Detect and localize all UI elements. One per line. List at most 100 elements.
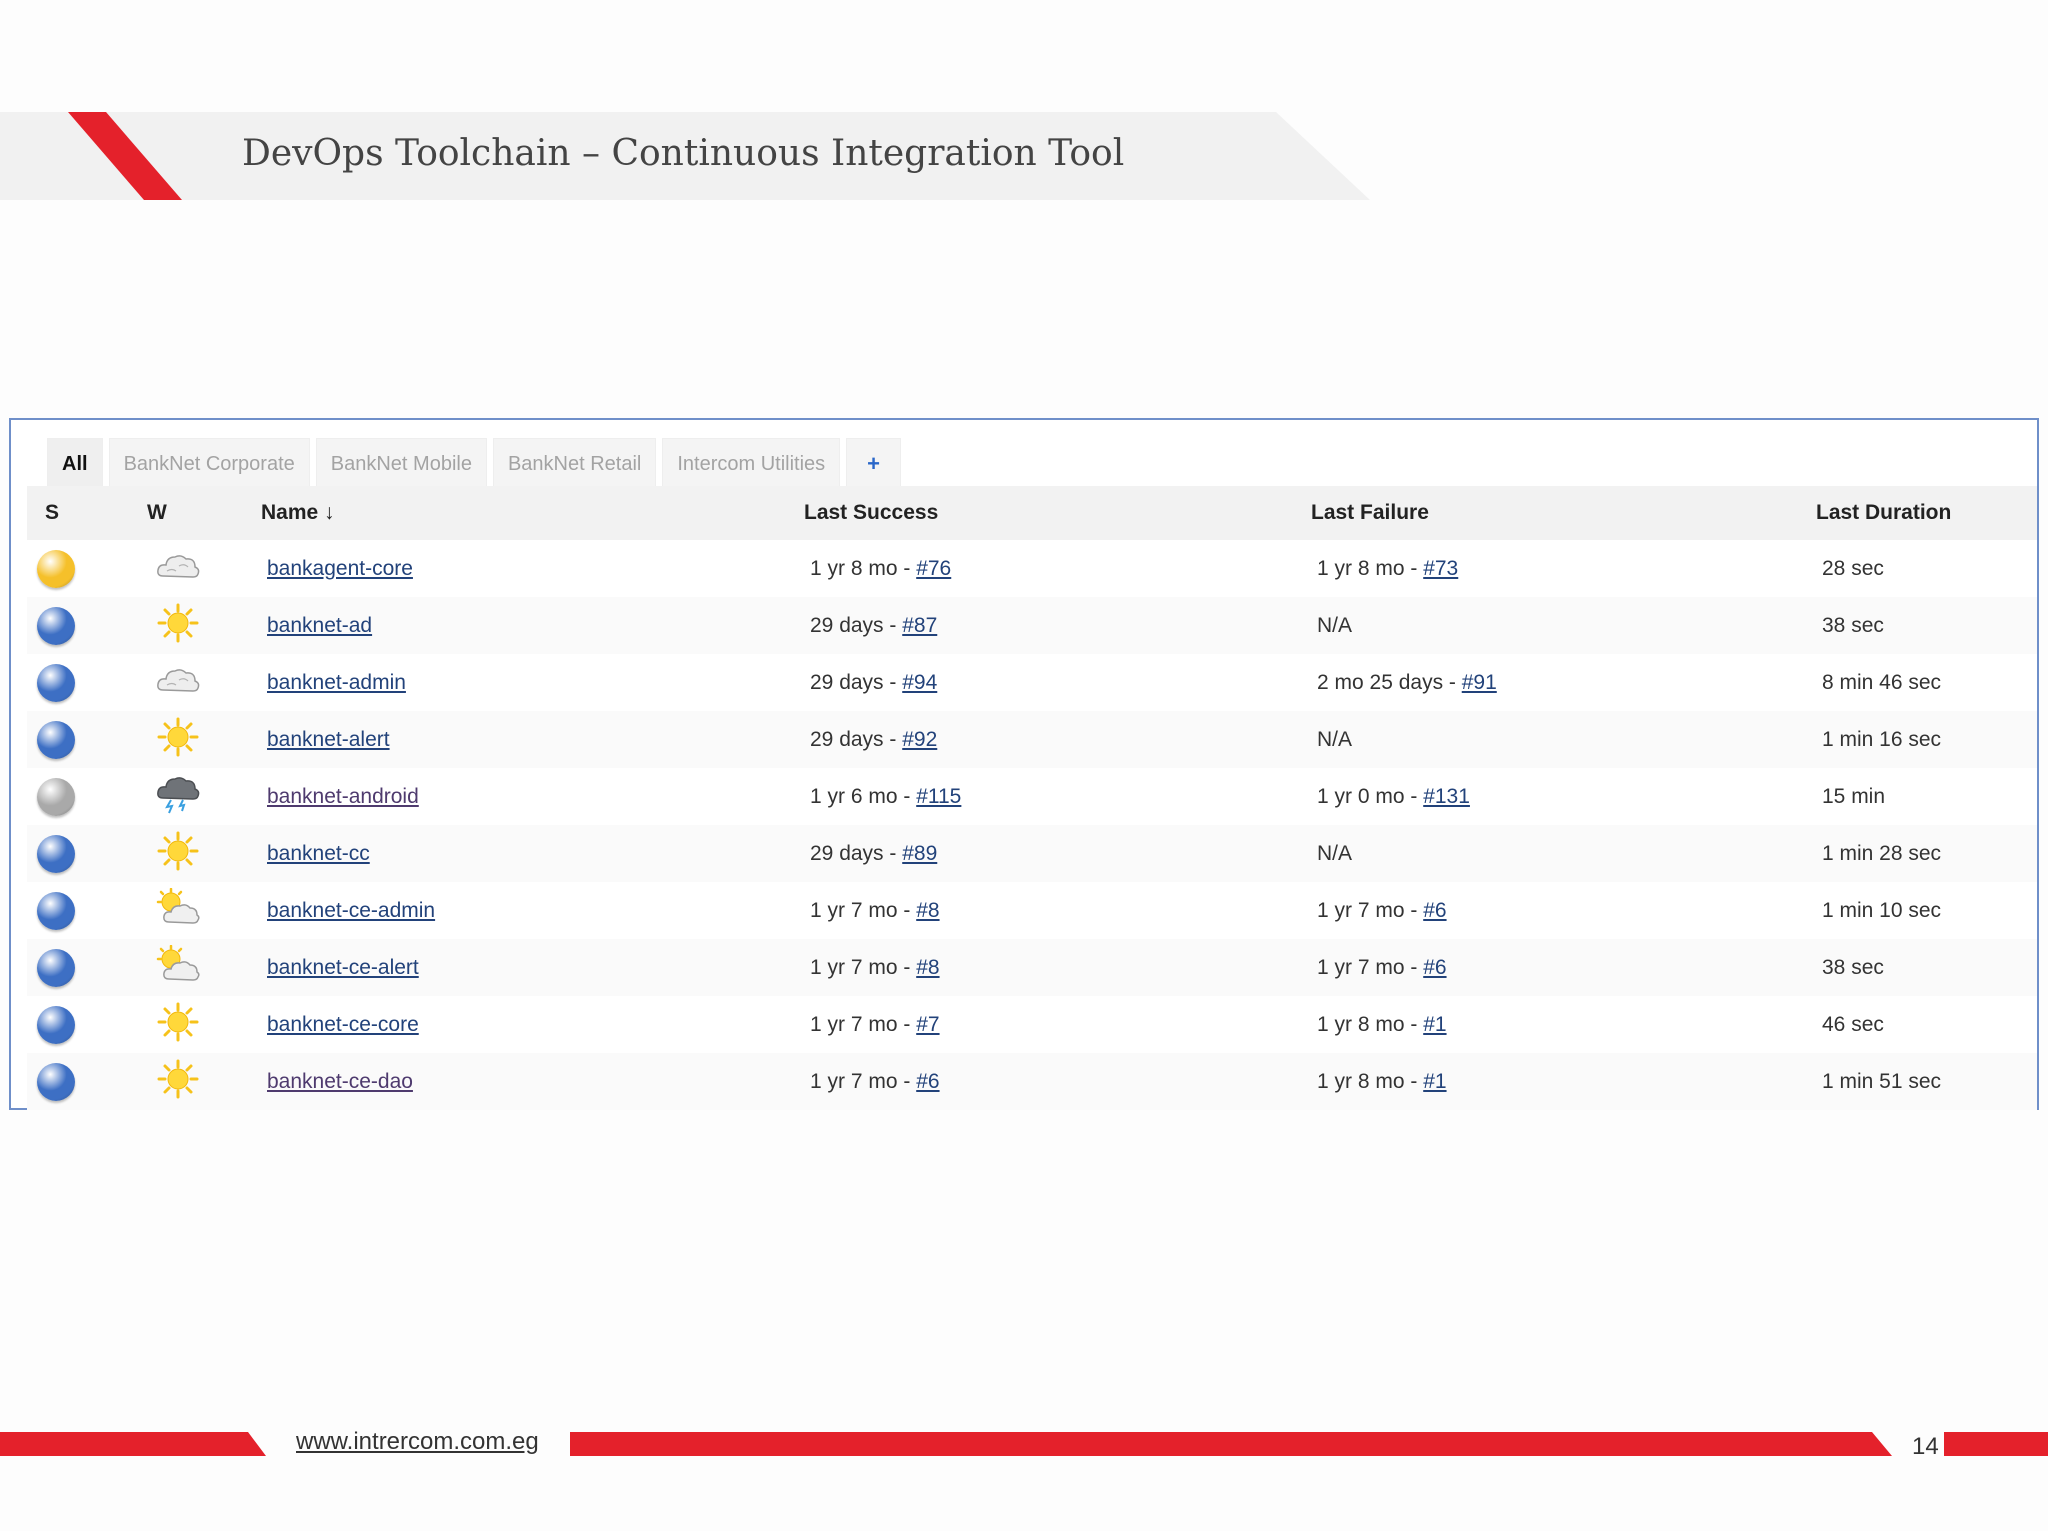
weather-cell xyxy=(147,768,261,825)
table-row: banknet-ce-admin 1 yr 7 mo - #8 1 yr 7 mo … xyxy=(27,882,2037,939)
last-success-age: 29 days - xyxy=(810,727,903,751)
job-name-link[interactable]: banknet-cc xyxy=(267,842,370,865)
last-success-age: 1 yr 7 mo - xyxy=(810,1069,917,1093)
last-success-build-link[interactable]: #115 xyxy=(916,785,961,808)
last-success-build-link[interactable]: #76 xyxy=(916,557,951,580)
status-cell xyxy=(27,768,147,825)
last-success-build-link[interactable]: #89 xyxy=(902,842,937,865)
status-ball-icon[interactable] xyxy=(37,777,75,816)
job-name-link[interactable]: banknet-ce-alert xyxy=(267,956,419,979)
last-success-build-link[interactable]: #94 xyxy=(902,671,937,694)
add-view-tab[interactable]: + xyxy=(846,438,902,488)
status-cell xyxy=(27,597,147,654)
weather-cell xyxy=(147,711,261,768)
last-failure-build-link[interactable]: #73 xyxy=(1423,557,1458,580)
table-row: banknet-alert 29 days - #92 N/A 1 min 16 se… xyxy=(27,711,2037,768)
last-success-build-link[interactable]: #8 xyxy=(916,956,939,979)
status-cell xyxy=(27,654,147,711)
last-failure-age: 1 yr 8 mo - xyxy=(1317,1012,1424,1036)
column-header-status[interactable]: S xyxy=(27,486,147,540)
last-success-build-link[interactable]: #8 xyxy=(916,899,939,922)
last-failure-age: 2 mo 25 days - xyxy=(1317,670,1462,694)
status-ball-icon[interactable] xyxy=(37,1062,75,1101)
job-name-cell: banknet-cc xyxy=(261,825,804,882)
status-ball-icon[interactable] xyxy=(37,948,75,987)
last-failure-build-link[interactable]: #131 xyxy=(1423,785,1470,808)
last-failure-cell: N/A xyxy=(1311,825,1816,882)
last-duration-cell: 46 sec xyxy=(1816,996,2037,1053)
table-header-row: S W Name ↓ Last Success Last Failure Las… xyxy=(27,486,2037,540)
sunny-weather-icon xyxy=(155,717,201,757)
last-duration-cell: 1 min 10 sec xyxy=(1816,882,2037,939)
tab-banknet-retail[interactable]: BankNet Retail xyxy=(492,438,657,488)
footer-website-link[interactable]: www.intrercom.com.eg xyxy=(296,1428,539,1456)
tab-banknet-mobile[interactable]: BankNet Mobile xyxy=(315,438,487,488)
last-duration-cell: 28 sec xyxy=(1816,540,2037,597)
last-success-cell: 1 yr 7 mo - #6 xyxy=(804,1053,1311,1110)
sunny-weather-icon xyxy=(155,1002,201,1042)
last-failure-build-link[interactable]: #6 xyxy=(1423,899,1446,922)
last-duration-value: 1 min 16 sec xyxy=(1822,727,1942,751)
partly-cloudy-weather-icon xyxy=(155,944,201,985)
table-row: banknet-android 1 yr 6 mo - #115 1 yr 0 mo… xyxy=(27,768,2037,825)
tab-intercom-utilities[interactable]: Intercom Utilities xyxy=(662,438,841,488)
job-name-cell: banknet-ce-admin xyxy=(261,882,804,939)
job-name-link[interactable]: banknet-ce-admin xyxy=(267,899,435,922)
table-row: bankagent-core 1 yr 8 mo - #76 1 yr 8 mo -… xyxy=(27,540,2037,597)
job-name-link[interactable]: banknet-alert xyxy=(267,728,390,751)
job-name-link[interactable]: banknet-android xyxy=(267,785,419,808)
last-duration-value: 1 min 51 sec xyxy=(1822,1069,1942,1093)
job-name-link[interactable]: bankagent-core xyxy=(267,557,413,580)
last-duration-cell: 1 min 51 sec xyxy=(1816,1053,2037,1110)
last-success-age: 1 yr 7 mo - xyxy=(810,898,917,922)
sunny-weather-icon xyxy=(155,603,201,643)
weather-cell xyxy=(147,597,261,654)
job-name-link[interactable]: banknet-ce-dao xyxy=(267,1070,413,1093)
column-header-name[interactable]: Name ↓ xyxy=(261,486,804,540)
last-failure-build-link[interactable]: #91 xyxy=(1462,671,1497,694)
job-name-link[interactable]: banknet-ad xyxy=(267,614,372,637)
last-success-cell: 1 yr 8 mo - #76 xyxy=(804,540,1311,597)
column-header-last-failure[interactable]: Last Failure xyxy=(1311,486,1816,540)
job-name-link[interactable]: banknet-admin xyxy=(267,671,406,694)
last-duration-cell: 8 min 46 sec xyxy=(1816,654,2037,711)
last-failure-build-link[interactable]: #1 xyxy=(1423,1013,1446,1036)
last-success-cell: 29 days - #92 xyxy=(804,711,1311,768)
tab-banknet-corporate[interactable]: BankNet Corporate xyxy=(108,438,310,488)
last-failure-build-link[interactable]: #6 xyxy=(1423,956,1446,979)
status-ball-icon[interactable] xyxy=(37,606,75,645)
last-success-build-link[interactable]: #92 xyxy=(902,728,937,751)
status-ball-icon[interactable] xyxy=(37,663,75,702)
last-success-build-link[interactable]: #6 xyxy=(916,1070,939,1093)
last-failure-cell: 1 yr 0 mo - #131 xyxy=(1311,768,1816,825)
weather-cell xyxy=(147,996,261,1053)
column-header-last-success[interactable]: Last Success xyxy=(804,486,1311,540)
last-success-cell: 29 days - #87 xyxy=(804,597,1311,654)
tab-all[interactable]: All xyxy=(47,438,103,488)
job-name-cell: banknet-ce-core xyxy=(261,996,804,1053)
partly-cloudy-weather-icon xyxy=(155,887,201,928)
last-duration-cell: 38 sec xyxy=(1816,939,2037,996)
last-success-cell: 1 yr 7 mo - #8 xyxy=(804,939,1311,996)
status-ball-icon[interactable] xyxy=(37,549,75,588)
column-header-weather[interactable]: W xyxy=(147,486,261,540)
last-success-build-link[interactable]: #87 xyxy=(902,614,937,637)
weather-cell xyxy=(147,939,261,996)
jenkins-job-panel: All BankNet Corporate BankNet Mobile Ban… xyxy=(9,418,2039,1110)
last-duration-cell: 1 min 16 sec xyxy=(1816,711,2037,768)
last-failure-cell: 1 yr 8 mo - #1 xyxy=(1311,996,1816,1053)
status-ball-icon[interactable] xyxy=(37,891,75,930)
weather-cell xyxy=(147,1053,261,1110)
last-failure-build-link[interactable]: #1 xyxy=(1423,1070,1446,1093)
status-ball-icon[interactable] xyxy=(37,720,75,759)
sunny-weather-icon xyxy=(155,1059,201,1099)
status-ball-icon[interactable] xyxy=(37,1005,75,1044)
last-success-cell: 1 yr 7 mo - #8 xyxy=(804,882,1311,939)
column-header-last-duration[interactable]: Last Duration xyxy=(1816,486,2037,540)
job-name-link[interactable]: banknet-ce-core xyxy=(267,1013,419,1036)
last-success-age: 1 yr 6 mo - xyxy=(810,784,917,808)
last-success-build-link[interactable]: #7 xyxy=(916,1013,939,1036)
job-name-cell: banknet-admin xyxy=(261,654,804,711)
slide-title: DevOps Toolchain – Continuous Integratio… xyxy=(242,133,1125,174)
status-ball-icon[interactable] xyxy=(37,834,75,873)
